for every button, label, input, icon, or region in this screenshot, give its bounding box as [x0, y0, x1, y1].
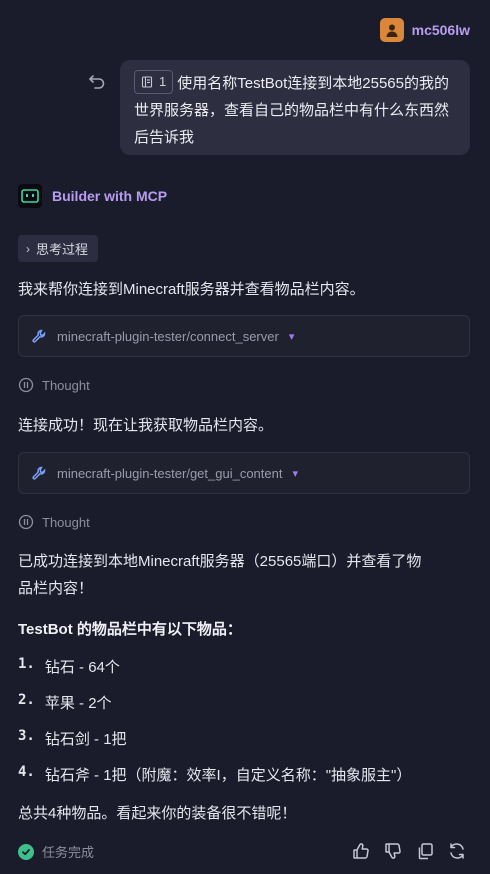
user-icon [386, 24, 398, 37]
intro-text: 我来帮你连接到Minecraft服务器并查看物品栏内容。 [18, 281, 365, 298]
chevron-down-icon: ▾ [288, 330, 295, 343]
list-number: 2. [18, 692, 35, 708]
tool-call-get-gui-content[interactable]: minecraft-plugin-tester/get_gui_content … [18, 452, 470, 494]
thumbs-down-icon[interactable] [384, 842, 402, 860]
result-text-line-1: 已成功连接到本地Minecraft服务器（25565端口）并查看了物 [18, 553, 422, 570]
user-message-text: 使用名称TestBot连接到本地25565的我的世界服务器，查看自己的物品栏中有… [134, 75, 450, 146]
list-text: 苹果 - 2个 [44, 695, 112, 712]
result-text-line-2: 品栏内容！ [18, 580, 94, 597]
assistant-name: Builder with MCP [52, 188, 168, 204]
thumbs-up-icon[interactable] [352, 842, 370, 860]
list-text: 钻石 - 64个 [44, 659, 120, 676]
info-icon [18, 514, 34, 530]
list-number: 3. [18, 728, 35, 744]
thought-indicator[interactable]: Thought [18, 514, 90, 530]
undo-icon[interactable] [88, 72, 106, 90]
inventory-list-item: 3. 钻石剑 - 1把 [18, 728, 127, 749]
assistant-header: Builder with MCP [18, 184, 167, 208]
thinking-label: 思考过程 [36, 242, 89, 257]
task-status: 任务完成 [18, 842, 94, 861]
list-number: 4. [18, 764, 35, 780]
list-text: 钻石斧 - 1把（附魔：效率I，自定义名称："抽象服主"） [44, 767, 412, 784]
connected-text: 连接成功！现在让我获取物品栏内容。 [18, 417, 274, 434]
user-avatar [379, 18, 404, 42]
list-text: 钻石剑 - 1把 [44, 731, 127, 748]
thought-label: Thought [42, 377, 90, 393]
user-header: mc506lw [379, 18, 470, 42]
context-reference-chip[interactable]: 1 [134, 70, 174, 95]
message-actions [352, 842, 466, 860]
thought-indicator[interactable]: Thought [18, 377, 90, 393]
status-text: 任务完成 [42, 845, 95, 860]
list-number: 1. [18, 656, 35, 672]
regenerate-icon[interactable] [448, 842, 466, 860]
check-circle-icon [18, 843, 34, 860]
assistant-avatar [18, 184, 42, 208]
tool-name: minecraft-plugin-tester/get_gui_content [57, 465, 283, 481]
thinking-process-toggle[interactable]: › 思考过程 [18, 235, 99, 262]
tool-name: minecraft-plugin-tester/connect_server [57, 328, 279, 344]
inventory-list-item: 2. 苹果 - 2个 [18, 692, 112, 713]
chevron-right-icon: › [26, 241, 30, 256]
user-message-bubble: 1 使用名称TestBot连接到本地25565的我的世界服务器，查看自己的物品栏… [120, 60, 470, 155]
tool-call-connect-server[interactable]: minecraft-plugin-tester/connect_server ▾ [18, 315, 470, 357]
chevron-down-icon: ▾ [292, 467, 298, 480]
inventory-list-item: 4. 钻石斧 - 1把（附魔：效率I，自定义名称："抽象服主"） [18, 764, 411, 785]
reference-count: 1 [159, 74, 167, 90]
thought-label: Thought [42, 514, 90, 530]
wrench-icon [32, 329, 46, 343]
copy-icon[interactable] [416, 842, 434, 860]
document-icon [141, 76, 153, 88]
info-icon [18, 377, 34, 393]
user-name: mc506lw [411, 22, 470, 38]
closing-text: 总共4种物品。看起来你的装备很不错呢！ [18, 805, 297, 822]
bot-icon [21, 189, 39, 203]
wrench-icon [32, 466, 46, 480]
inventory-list-item: 1. 钻石 - 64个 [18, 656, 120, 677]
inventory-summary-title: TestBot 的物品栏中有以下物品： [18, 621, 242, 638]
